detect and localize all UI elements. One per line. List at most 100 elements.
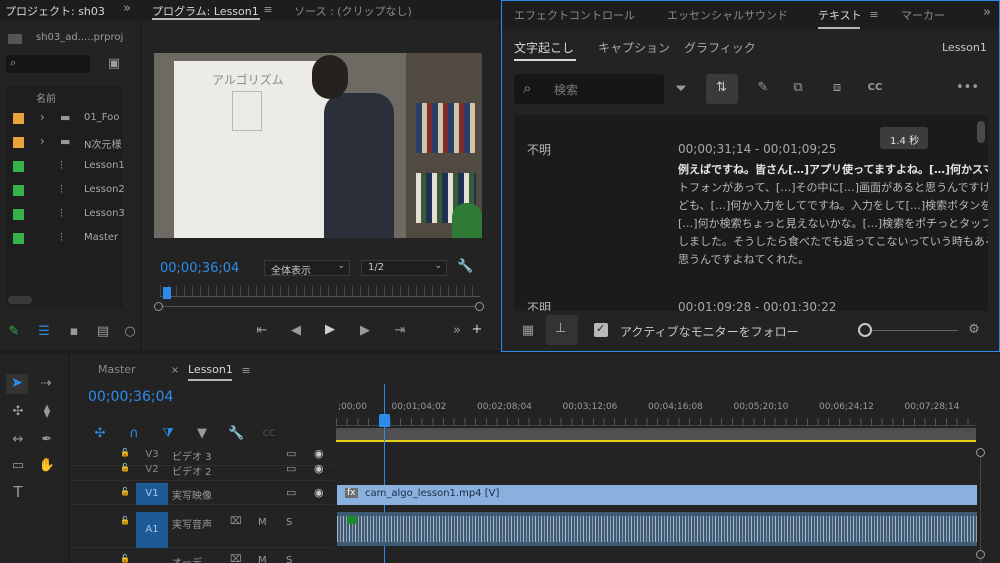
resolution-select[interactable]: 1/2 ⌄ [361,260,447,276]
font-size-slider[interactable] [858,323,960,337]
zoom-scroll-bar[interactable] [154,302,484,312]
mute-button[interactable]: M [258,517,267,528]
time-ruler[interactable]: ;00;00 00;01;04;02 00;02;08;04 00;03;12;06 0… [336,398,976,426]
track-select-icon[interactable]: ⇢ [36,376,56,392]
tab-essential-sound[interactable]: エッセンシャルサウンド [667,7,788,23]
transcribe-icon[interactable]: ▦ [518,323,538,339]
speaker-label-2[interactable]: 不明 [527,299,551,311]
project-item[interactable]: ⫶ Lesson3 [6,204,124,226]
project-search-input[interactable]: ⌕ [6,55,90,73]
project-scrollbar[interactable] [8,296,32,304]
playhead-marker[interactable] [163,287,171,299]
project-item[interactable]: ⫶ Lesson1 [6,156,124,178]
timeline-timecode[interactable]: 00;00;36;04 [88,389,173,405]
hand-icon[interactable]: ✋ [38,458,56,474]
step-back-icon[interactable]: ◀︎ [288,323,304,339]
type-icon[interactable]: T [8,484,28,500]
sync-icon[interactable]: ▭ [286,462,296,475]
track-target[interactable]: V2 [136,459,168,481]
timeline-vscroll[interactable] [976,448,986,563]
track-target[interactable]: A1 [136,512,168,548]
project-tab[interactable]: プロジェクト: sh03 [5,3,105,19]
solo-button[interactable]: S [286,517,292,528]
ripple-edit-icon[interactable]: ✣ [8,404,28,420]
lock-icon[interactable]: 🔓 [120,448,130,457]
tab-text[interactable]: テキスト [818,7,862,23]
snap-icon[interactable]: ∩ [126,426,142,442]
mute-sync-icon[interactable]: ⌧ [230,516,242,527]
transcript-line[interactable]: しました。そうしたら食べたでも返ってこないっていう時もあると [678,233,988,251]
zoom-select[interactable]: 全体表示 ⌄ [264,260,350,277]
tab-lesson1[interactable]: Lesson1 [188,363,233,376]
subtab-graphics[interactable]: グラフィック [684,39,756,56]
write-icon[interactable]: ✎ [6,324,22,340]
slip-icon[interactable]: ↔ [8,432,28,448]
transcript-text[interactable]: 例えばですね。皆さん[…]アプリ使ってますよね。[…]何かスマー トフォンがあって… [678,161,988,269]
program-timecode[interactable]: 00;00;36;04 [160,261,239,276]
program-menu-icon[interactable]: ≡ [262,2,274,18]
project-item[interactable]: ⫶ Master [6,228,123,250]
eye-icon[interactable]: ◉ [314,486,324,499]
transcript-line[interactable]: トフォンがあって、[…]その中に[…]画面があると思うんですけれ [678,179,988,197]
captions-icon[interactable]: CC [260,426,278,442]
play-icon[interactable]: ▶︎ [322,322,338,338]
sync-icon[interactable]: ▭ [286,486,296,499]
more-panels-icon[interactable]: » [980,5,994,21]
chevron-right-icon[interactable]: › [40,134,45,148]
chevron-right-icon[interactable]: › [40,110,45,124]
project-item[interactable]: › ▬ 01_Foo [6,108,123,130]
nest-icon[interactable]: ✣ [92,426,108,442]
go-to-out-icon[interactable]: ⇥ [392,323,408,339]
selection-tool[interactable]: ➤ [6,374,28,394]
playhead-handle[interactable] [379,414,390,427]
linked-selection-icon[interactable]: ⧩ [160,426,176,442]
project-item[interactable]: › ▬ N次元様 [6,132,123,154]
speaker-label[interactable]: 不明 [527,141,551,158]
go-to-in-icon[interactable]: ⇤ [254,323,270,339]
more-options-icon[interactable]: ••• [956,80,979,96]
zoom-circle-icon[interactable]: ○ [124,324,136,340]
lock-icon[interactable]: 🔓 [120,554,130,563]
icon-view-icon[interactable]: ▪ [66,324,82,340]
work-area-bar[interactable] [336,428,976,442]
tab-master[interactable]: Master [98,363,136,376]
timeline-menu-icon[interactable]: ≡ [240,363,252,379]
transcript-line[interactable]: […]何か検索ちょっと見えないかな。[…]検索をポチっとタップ [678,215,988,233]
label-color-swatch[interactable] [13,161,24,172]
close-icon[interactable]: × [170,363,180,379]
wrench-icon[interactable]: 🔧 [457,259,473,275]
subtab-transcript[interactable]: 文字起こし [514,39,574,56]
more-panels-icon[interactable]: » [120,1,134,17]
project-item[interactable]: ⫶ Lesson2 [6,180,124,202]
list-view-icon[interactable]: ☰ [36,324,52,340]
label-color-swatch[interactable] [13,113,24,124]
label-color-swatch[interactable] [13,137,24,148]
mute-button[interactable]: M [258,555,267,563]
align-button[interactable]: ⊥ [546,315,578,345]
subtab-captions[interactable]: キャプション [598,39,670,56]
rectangle-icon[interactable]: ▭ [8,458,28,474]
freeform-view-icon[interactable]: ▤ [94,324,112,340]
settings-sliders-icon[interactable]: ⚙ [964,322,984,338]
tab-marker[interactable]: マーカー [901,7,945,23]
razor-icon[interactable]: ⧫ [38,404,56,420]
tab-effect-controls[interactable]: エフェクトコントロール [514,7,635,23]
merge-segments-icon[interactable]: ⧉ [788,80,808,96]
transcript-line[interactable]: ども、[…]何か入力をしてですね。入力をして[…]検索ボタンを [678,197,988,215]
add-button-icon[interactable]: + [470,322,484,338]
add-marker-icon[interactable]: ▼ [194,426,210,442]
lock-icon[interactable]: 🔓 [120,463,130,472]
track-target[interactable]: A2 [136,550,168,563]
source-tab[interactable]: ソース : (クリップなし) [294,3,412,19]
eye-icon[interactable]: ◉ [314,462,324,475]
transcript-scrollbar[interactable] [977,121,985,143]
scrub-bar[interactable] [160,285,480,297]
solo-button[interactable]: S [286,555,292,563]
label-color-swatch[interactable] [13,233,24,244]
pen-icon[interactable]: ✒ [38,432,56,448]
video-frame[interactable]: アルゴリズム [154,53,482,238]
wrench-icon[interactable]: 🔧 [228,426,244,442]
track-target[interactable]: V1 [136,483,168,505]
speaker-icon[interactable]: ⧈ [826,80,848,96]
split-segment-button[interactable]: ⇅ [706,74,738,104]
